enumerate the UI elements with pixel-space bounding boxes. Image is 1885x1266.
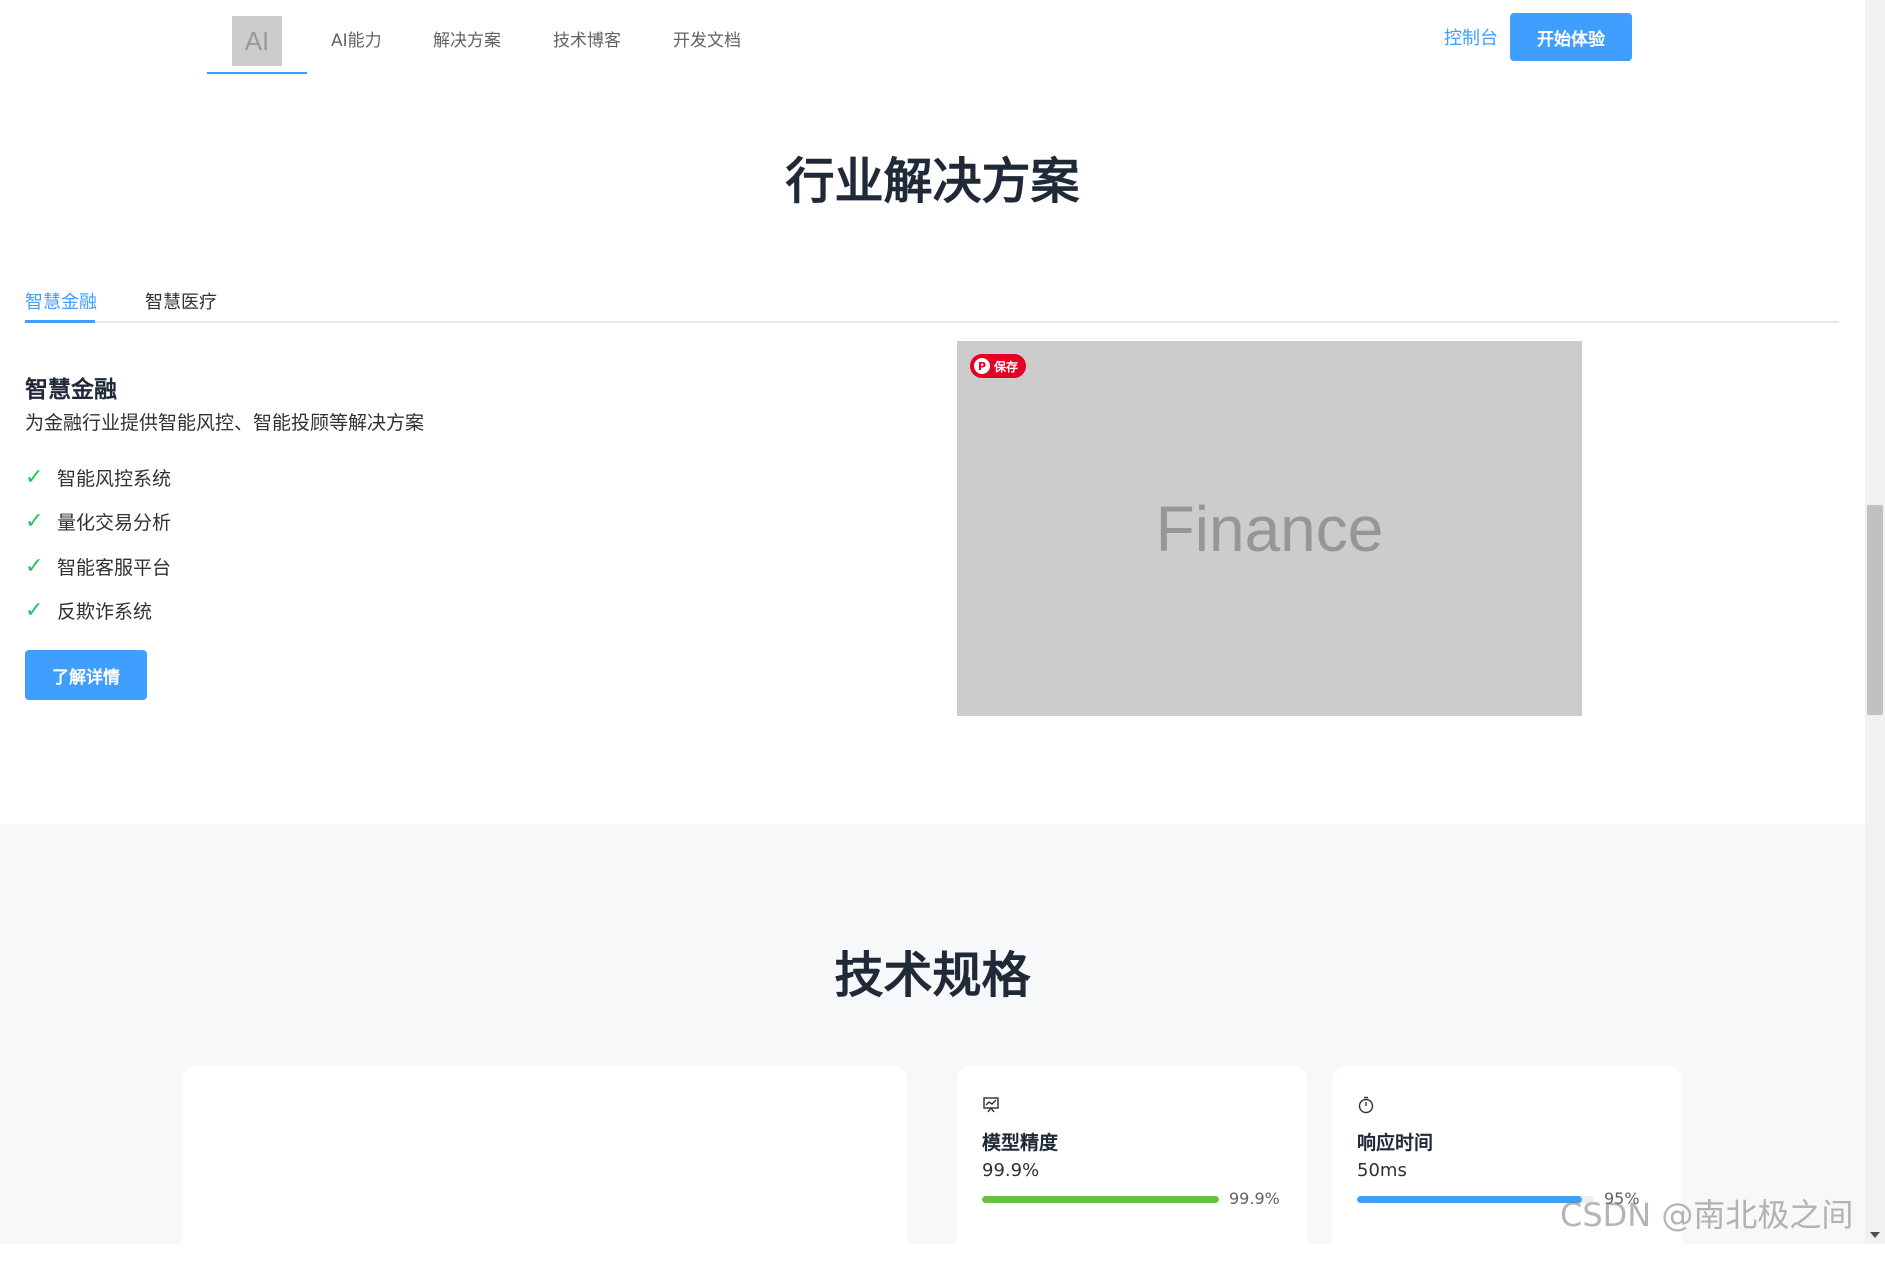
check-icon: ✓ [25,553,44,579]
scroll-down-arrow-icon[interactable] [1870,1232,1880,1238]
learn-more-button[interactable]: 了解详情 [25,650,147,700]
active-nav-indicator [207,72,307,74]
scrollbar-thumb[interactable] [1867,505,1883,715]
solutions-title: 行业解决方案 [785,153,1080,210]
nav-dev-docs[interactable]: 开发文档 [673,26,741,51]
progress-fill [982,1196,1219,1203]
progress-bar [982,1196,1219,1203]
logo-text: AI [244,25,270,56]
console-link[interactable]: 控制台 [1444,24,1498,50]
tabs-divider [25,321,1839,323]
stopwatch-icon [1358,1096,1374,1114]
feature-item: ✓ 量化交易分析 [25,508,171,534]
feature-item: ✓ 反欺诈系统 [25,597,152,623]
feature-item: ✓ 智能风控系统 [25,464,171,490]
feature-text: 反欺诈系统 [57,600,153,623]
spec-value: 50ms [1357,1160,1407,1181]
nav-solutions[interactable]: 解决方案 [433,26,501,51]
image-placeholder-text: Finance [1155,492,1384,565]
nav-ai-capability[interactable]: AI能力 [331,26,382,51]
progress-fill [1357,1196,1583,1203]
progress-bar [1357,1196,1594,1203]
spec-card-response-time: 响应时间 50ms 95% [1332,1066,1682,1266]
tab-smart-finance[interactable]: 智慧金融 [25,288,97,314]
feature-text: 智能客服平台 [57,556,172,579]
spec-label: 响应时间 [1357,1132,1434,1154]
save-label: 保存 [994,359,1019,374]
page-scrollbar[interactable] [1865,0,1885,1244]
active-tab-indicator [25,320,95,323]
feature-text: 量化交易分析 [57,511,172,534]
spec-chart-card [182,1066,907,1266]
solution-heading: 智慧金融 [25,377,117,403]
spec-value: 99.9% [982,1160,1040,1181]
check-icon: ✓ [25,597,44,623]
solution-image: Finance P 保存 [957,341,1582,716]
feature-text: 智能风控系统 [57,467,172,490]
tech-specs-section: 技术规格 模型精度 99.9% 99.9% 响应时间 50ms 95% [0,824,1865,1266]
spec-label: 模型精度 [982,1132,1059,1154]
feature-item: ✓ 智能客服平台 [25,553,171,579]
nav-tech-blog[interactable]: 技术博客 [553,26,621,51]
logo[interactable]: AI [232,16,282,66]
start-experience-button[interactable]: 开始体验 [1510,13,1632,61]
chart-icon [983,1097,999,1113]
top-navbar: AI AI能力 解决方案 技术博客 开发文档 控制台 开始体验 [0,0,1865,76]
tab-smart-healthcare[interactable]: 智慧医疗 [145,288,217,314]
solution-description: 为金融行业提供智能风控、智能投顾等解决方案 [25,412,425,434]
check-icon: ✓ [25,464,44,490]
specs-title: 技术规格 [834,947,1031,1004]
progress-text: 99.9% [1229,1189,1280,1208]
pinterest-save-button[interactable]: P 保存 [970,354,1027,378]
pinterest-icon: P [974,358,990,374]
check-icon: ✓ [25,508,44,534]
progress-text: 95% [1604,1189,1640,1208]
spec-card-accuracy: 模型精度 99.9% 99.9% [957,1066,1307,1266]
